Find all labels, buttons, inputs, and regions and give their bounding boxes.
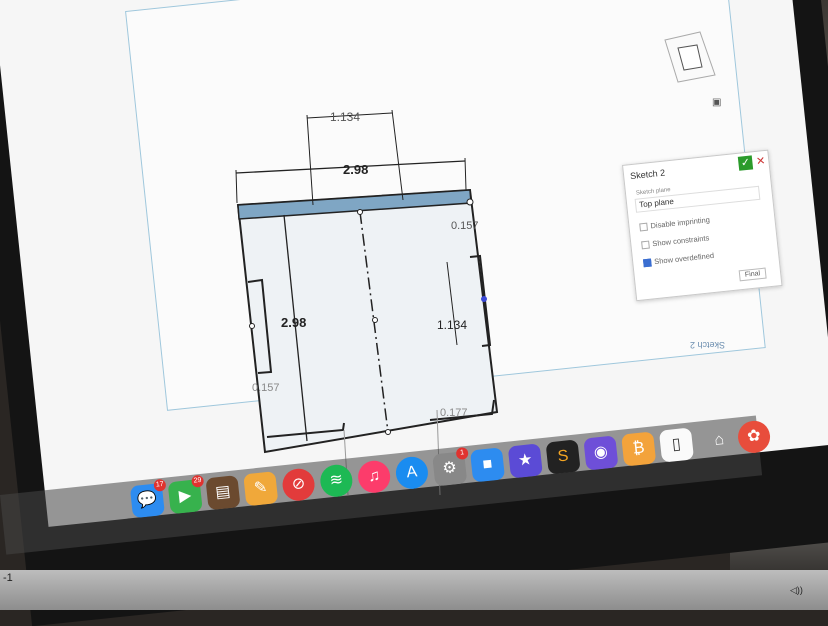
close-icon[interactable]: ✕ (755, 154, 766, 168)
dim-bottom-thin: 0.177 (440, 407, 468, 419)
svg-text:▣: ▣ (712, 97, 721, 108)
dim-left-thin: 0.157 (252, 382, 280, 394)
bitcoin-icon[interactable]: ₿ (621, 431, 657, 467)
volume-key-label: ◁)) (790, 585, 803, 595)
notes-icon[interactable]: ▤ (205, 475, 241, 511)
document-icon[interactable]: ▯ (658, 427, 695, 463)
spotify-icon[interactable]: ≋ (318, 463, 354, 499)
final-button[interactable]: Final (738, 267, 767, 282)
downloads-icon[interactable]: ⌂ (702, 423, 737, 458)
show-constraints-checkbox[interactable]: Show constraints (641, 233, 710, 250)
keyboard-area (0, 570, 828, 610)
panel-title: Sketch 2 (629, 167, 666, 182)
show-overdefined-checkbox[interactable]: Show overdefined (642, 251, 715, 268)
sketch-panel: Sketch 2 ✓ ✕ Sketch plane Top plane Disa… (622, 149, 783, 302)
dim-top-small: 1.134 (330, 110, 360, 124)
pages-icon[interactable]: ✎ (243, 471, 279, 507)
sketch-feature-label: Sketch 2 (690, 340, 726, 350)
news-icon[interactable]: ⊘ (280, 467, 317, 503)
github-icon[interactable]: ◉ (583, 435, 619, 471)
app-store-icon[interactable]: A (394, 455, 430, 491)
messages-icon[interactable]: 💬 17 (129, 478, 167, 519)
imovie-icon[interactable]: ★ (507, 443, 543, 479)
corner-text: -1 (3, 572, 13, 584)
dim-right-thin: 0.157 (451, 220, 479, 232)
dim-left-height: 2.98 (281, 315, 306, 330)
facetime-icon[interactable]: ▶ 29 (167, 474, 205, 515)
disable-imprinting-checkbox[interactable]: Disable imprinting (639, 215, 710, 232)
sublime-icon[interactable]: S (545, 439, 581, 475)
dim-top-width: 2.98 (343, 162, 368, 177)
settings-icon[interactable]: ⚙ 1 (432, 446, 469, 487)
music-icon[interactable]: ♫ (356, 459, 392, 495)
confirm-check-icon[interactable]: ✓ (737, 155, 754, 171)
zoom-icon[interactable]: ■ (469, 447, 506, 483)
dim-right-small: 1.134 (437, 318, 467, 332)
